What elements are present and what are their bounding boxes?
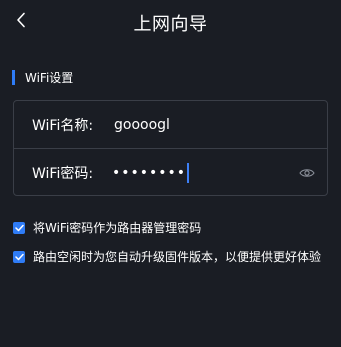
section-title: WiFi设置: [25, 70, 74, 85]
checkmark-icon: [14, 224, 24, 231]
option-label: 将WiFi密码作为路由器管理密码: [33, 221, 202, 235]
page-title: 上网向导: [133, 14, 208, 35]
option-auto-upgrade[interactable]: 路由空闲时为您自动升级固件版本，以便提供更好体验: [13, 248, 321, 265]
ssid-label: WiFi名称:: [32, 117, 94, 134]
section-accent-bar: [12, 69, 15, 85]
nav-bar: 上网向导: [0, 0, 341, 44]
wifi-form-card: WiFi名称: WiFi密码: ••••••••: [13, 100, 328, 196]
section-header: WiFi设置: [12, 69, 73, 85]
option-admin-password[interactable]: 将WiFi密码作为路由器管理密码: [13, 219, 201, 236]
wifi-setup-screen: 上网向导 WiFi设置 WiFi名称: WiFi密码: ••••••••: [0, 0, 341, 347]
checkbox-checked[interactable]: [13, 221, 25, 234]
option-label: 路由空闲时为您自动升级固件版本，以便提供更好体验: [33, 250, 322, 264]
password-input[interactable]: ••••••••: [112, 161, 190, 185]
eye-icon[interactable]: [299, 167, 315, 179]
password-value: ••••••••: [112, 164, 187, 181]
ssid-row: WiFi名称:: [14, 101, 327, 148]
text-cursor: [187, 162, 190, 183]
checkbox-checked[interactable]: [13, 250, 25, 263]
password-row: WiFi密码: ••••••••: [14, 149, 327, 196]
ssid-input[interactable]: [114, 112, 294, 137]
password-label: WiFi密码:: [32, 165, 94, 182]
checkmark-icon: [14, 253, 24, 260]
